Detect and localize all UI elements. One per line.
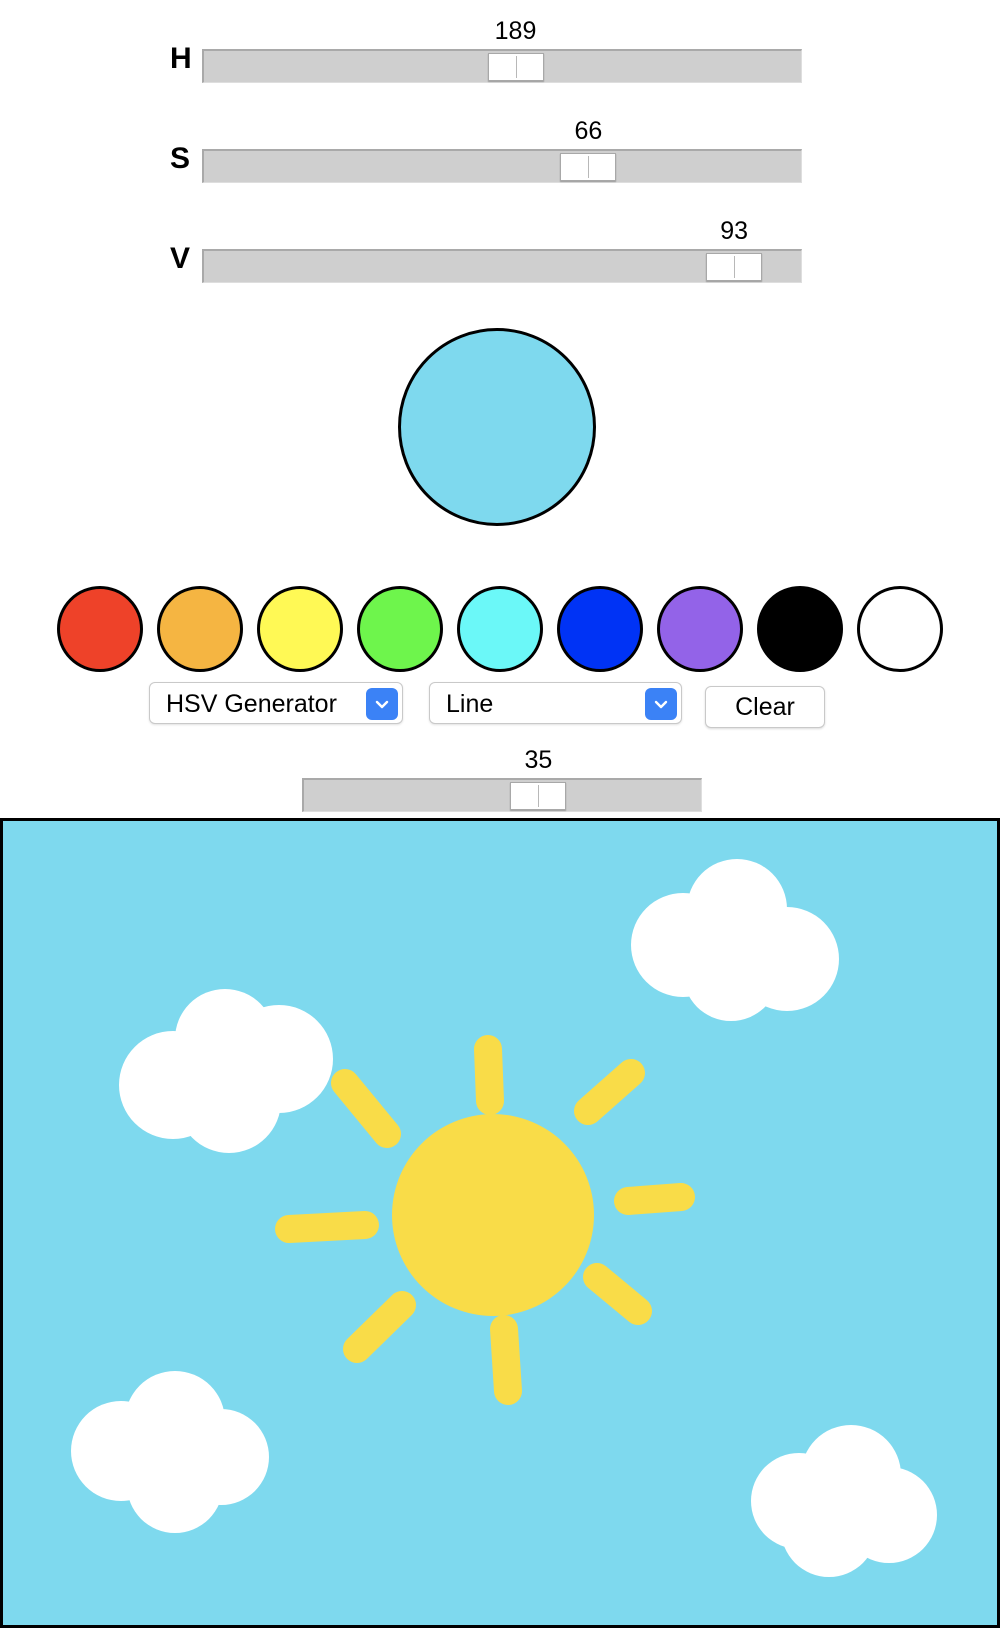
hue-slider-thumb[interactable] xyxy=(487,53,544,81)
sun-ray xyxy=(331,1069,401,1148)
sun-ray xyxy=(343,1291,416,1363)
swatch-black[interactable] xyxy=(757,586,843,672)
brush-size-slider-thumb[interactable] xyxy=(510,782,567,810)
canvas-drawing xyxy=(71,859,937,1577)
color-preview-circle xyxy=(398,328,596,526)
hue-label: H xyxy=(170,42,192,75)
sun-ray xyxy=(614,1183,695,1215)
sun-ray xyxy=(474,1035,504,1115)
mode-select-value: HSV Generator xyxy=(166,690,337,718)
value-label: V xyxy=(170,242,191,275)
sun-ray xyxy=(583,1263,652,1325)
tool-select-value: Line xyxy=(446,690,494,718)
brush-size-slider[interactable] xyxy=(302,778,702,812)
swatch-white[interactable] xyxy=(857,586,943,672)
sun-ray xyxy=(574,1059,645,1125)
swatch-orange[interactable] xyxy=(157,586,243,672)
saturation-slider[interactable] xyxy=(202,149,802,183)
cloud xyxy=(751,1425,937,1577)
saturation-label: S xyxy=(170,142,191,175)
mode-select[interactable]: HSV Generator xyxy=(149,682,403,724)
swatch-blue[interactable] xyxy=(557,586,643,672)
cloud xyxy=(71,1371,269,1533)
hue-slider[interactable] xyxy=(202,49,802,83)
sun xyxy=(392,1114,594,1316)
clear-button[interactable]: Clear xyxy=(705,686,825,728)
value-slider-thumb[interactable] xyxy=(706,253,763,281)
chevron-down-icon xyxy=(366,688,398,720)
cloud xyxy=(119,989,333,1153)
brush-size-value: 35 xyxy=(524,746,553,774)
sun-ray xyxy=(490,1315,522,1405)
value-value: 93 xyxy=(720,217,749,245)
cloud xyxy=(631,859,839,1021)
drawing-canvas[interactable] xyxy=(0,818,1000,1628)
swatch-purple[interactable] xyxy=(657,586,743,672)
sun-ray xyxy=(275,1211,379,1243)
swatch-yellow[interactable] xyxy=(257,586,343,672)
chevron-down-icon xyxy=(645,688,677,720)
hue-value: 189 xyxy=(494,17,537,45)
swatch-green[interactable] xyxy=(357,586,443,672)
saturation-value: 66 xyxy=(574,117,603,145)
saturation-slider-thumb[interactable] xyxy=(560,153,617,181)
swatch-red[interactable] xyxy=(57,586,143,672)
value-slider[interactable] xyxy=(202,249,802,283)
swatch-cyan[interactable] xyxy=(457,586,543,672)
tool-select[interactable]: Line xyxy=(429,682,682,724)
